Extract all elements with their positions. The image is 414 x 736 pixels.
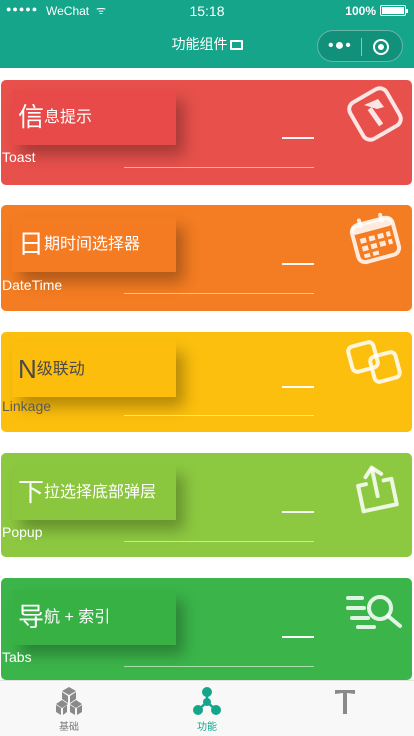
tab-basic[interactable]: 基础 (0, 681, 138, 736)
app-root: ●●●●● WeChat ᯤ 15:18 100% 功能组件 •●• 信息提示 … (0, 0, 414, 736)
tab-label: 基础 (59, 722, 79, 733)
status-bar: ●●●●● WeChat ᯤ 15:18 100% (0, 0, 414, 22)
card-title-rest: 息提示 (44, 109, 93, 126)
card-divider (124, 293, 314, 294)
card-divider (124, 666, 314, 667)
card-subtitle: Tabs (2, 649, 32, 665)
card-title-rest: 航 + 索引 (44, 609, 111, 626)
card-title: 信息提示 (12, 90, 176, 145)
capsule-divider (361, 38, 362, 56)
card-subtitle: Linkage (2, 398, 52, 414)
card-title: 日期时间选择器 (12, 217, 176, 272)
card-title-rest: 期时间选择器 (44, 236, 141, 253)
card-subtitle: Popup (2, 524, 43, 540)
battery-icon (380, 5, 408, 16)
magnifier-icon (346, 595, 402, 629)
card-subtitle: DateTime (2, 277, 63, 293)
card-title-initial: N (18, 354, 37, 384)
card-title-initial: 信 (18, 102, 45, 132)
more-dots-icon[interactable]: •●• (328, 36, 352, 56)
card-title: 导航 + 索引 (12, 590, 176, 645)
card-title-initial: 下 (18, 477, 45, 507)
card-title-rest: 拉选择底部弹层 (44, 484, 157, 501)
card-title-rest: 级联动 (36, 361, 85, 378)
card-dash (282, 636, 314, 638)
close-target-icon[interactable] (373, 39, 389, 55)
card-divider (124, 415, 314, 416)
card-dash (282, 137, 314, 139)
page-title-text: 功能组件 (171, 36, 228, 52)
hammer-icon (347, 86, 403, 142)
card-popup[interactable]: 下拉选择底部弹层 Popup (1, 453, 412, 557)
card-divider (124, 541, 314, 542)
card-dash (282, 263, 314, 265)
card-tabs[interactable]: 导航 + 索引 Tabs (1, 578, 412, 680)
cubes-icon (56, 687, 82, 715)
bottom-tab-bar: 基础 功能 (0, 680, 414, 736)
top-bar: ●●●●● WeChat ᯤ 15:18 100% 功能组件 •●• (0, 0, 414, 68)
molecule-icon (193, 687, 221, 715)
card-dash (282, 511, 314, 513)
t-tool-icon (335, 690, 355, 714)
battery-percent: 100% (345, 4, 376, 18)
tab-label: 功能 (197, 722, 217, 733)
card-title-initial: 日 (18, 229, 45, 259)
tab-function[interactable]: 功能 (138, 681, 276, 736)
card-title: 下拉选择底部弹层 (12, 465, 176, 520)
card-divider (124, 167, 314, 168)
tab-tools[interactable] (276, 681, 414, 736)
card-title: N级联动 (12, 342, 176, 397)
card-linkage[interactable]: N级联动 Linkage (1, 332, 412, 432)
card-toast[interactable]: 信息提示 Toast (1, 80, 412, 185)
linked-squares-icon (346, 340, 402, 384)
mini-program-capsule: •●• (317, 30, 403, 62)
share-box-icon (356, 465, 399, 514)
book-icon (229, 40, 243, 50)
card-dash (282, 386, 314, 388)
calendar-icon (349, 212, 402, 265)
card-title-initial: 导 (18, 602, 45, 632)
card-datetime[interactable]: 日期时间选择器 DateTime (1, 205, 412, 311)
card-subtitle: Toast (2, 149, 36, 165)
